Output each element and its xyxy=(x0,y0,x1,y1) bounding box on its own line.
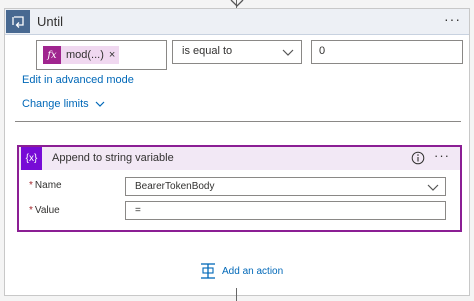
function-icon: fx xyxy=(43,46,61,64)
more-options-icon[interactable]: ··· xyxy=(434,148,450,163)
chevron-down-icon xyxy=(282,49,294,56)
add-action-icon xyxy=(201,263,215,279)
edit-advanced-mode-link[interactable]: Edit in advanced mode xyxy=(22,74,134,86)
condition-right-operand[interactable]: 0 xyxy=(311,40,463,64)
more-options-icon[interactable]: ··· xyxy=(444,11,461,27)
token-remove-icon[interactable]: × xyxy=(109,49,115,61)
append-header[interactable]: {x} Append to string variable ··· xyxy=(19,147,460,170)
variable-icon: {x} xyxy=(21,147,42,170)
append-title: Append to string variable xyxy=(52,152,174,164)
condition-operator-select[interactable]: is equal to xyxy=(172,40,302,64)
operand-value: 0 xyxy=(319,45,326,57)
chevron-down-icon xyxy=(427,184,439,191)
name-select[interactable]: BearerTokenBody xyxy=(125,177,446,196)
add-action-label: Add an action xyxy=(222,265,284,277)
chevron-down-icon xyxy=(95,101,105,107)
add-action-button[interactable]: Add an action xyxy=(200,263,283,279)
operator-value: is equal to xyxy=(182,45,233,57)
token-label: mod(...) xyxy=(66,49,104,61)
info-icon[interactable] xyxy=(411,151,425,165)
until-title: Until xyxy=(37,14,64,29)
value-input-text: = xyxy=(135,205,141,216)
name-select-value: BearerTokenBody xyxy=(135,181,215,192)
flow-connector-bottom xyxy=(236,288,237,301)
section-divider xyxy=(15,121,461,122)
required-asterisk: * xyxy=(29,180,33,191)
value-field-label: * Value xyxy=(29,205,60,216)
expression-token[interactable]: fx mod(...) × xyxy=(43,46,119,64)
until-header[interactable]: Until ··· xyxy=(5,9,469,35)
change-limits-link[interactable]: Change limits xyxy=(22,98,105,110)
until-card: Until ··· fx mod(...) × is equal to 0 Ed… xyxy=(4,8,470,296)
change-limits-label: Change limits xyxy=(22,98,89,110)
arrow-down-icon xyxy=(230,0,244,7)
value-input[interactable]: = xyxy=(125,201,446,220)
condition-left-operand[interactable]: fx mod(...) × xyxy=(36,40,167,70)
name-field-label: * Name xyxy=(29,180,62,191)
loop-icon xyxy=(6,10,30,33)
required-asterisk: * xyxy=(29,205,33,216)
append-variable-card: {x} Append to string variable ··· * Name … xyxy=(17,145,462,232)
